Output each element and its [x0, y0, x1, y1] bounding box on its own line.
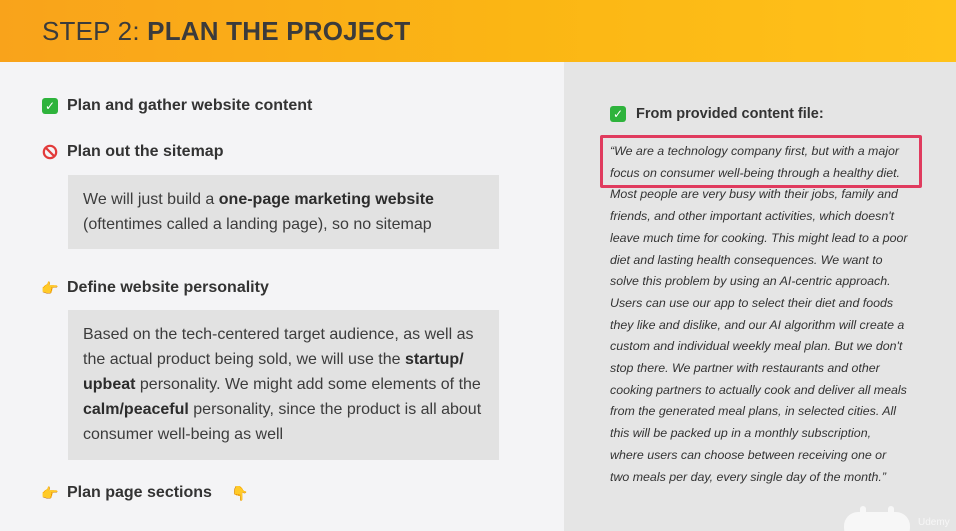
- prohibited-icon: [42, 144, 58, 160]
- personality-line-4: calm/peaceful personality, since the pro…: [83, 397, 484, 422]
- quote-line: cooking partners to actually cook and de…: [610, 382, 907, 397]
- personality-line-2: the actual product being sold, we will u…: [83, 347, 484, 372]
- sitemap-note-line-2: (oftentimes called a landing page), so n…: [83, 216, 432, 233]
- sitemap-note-box: We will just build a one-page marketing …: [68, 175, 499, 249]
- text-bold: one-page marketing website: [218, 191, 434, 208]
- source-label-text: From provided content file:: [636, 106, 824, 122]
- check-mark-icon: ✓: [42, 98, 58, 114]
- quote-line: friends, and other important activities,…: [610, 209, 895, 224]
- quote-line: this will be packed up in a monthly subs…: [610, 426, 872, 441]
- item-label: Plan and gather website content: [67, 97, 313, 114]
- quote-highlight-box: [600, 135, 922, 188]
- quote-line: they like and dislike, and our AI algori…: [610, 317, 905, 332]
- hand-pointing-right-icon: 👉: [41, 484, 59, 501]
- checklist-item-content: ✓ Plan and gather website content: [42, 97, 312, 115]
- logo-ear: [888, 506, 894, 516]
- checklist-item-sections: 👉 Plan page sections 👇: [41, 484, 249, 502]
- quote-line: custom and individual weekly meal plan. …: [610, 339, 903, 354]
- text: the actual product being sold, we will u…: [83, 351, 405, 368]
- item-label: Define website personality: [67, 279, 269, 296]
- personality-line-1: Based on the tech-centered target audien…: [83, 326, 474, 343]
- quote-line: Users can use our app to select their di…: [610, 295, 894, 310]
- sitemap-note-line-1: We will just build a one-page marketing …: [83, 187, 484, 212]
- udemy-logo: [844, 512, 910, 531]
- checklist-item-personality: 👉 Define website personality: [41, 279, 269, 297]
- logo-ear: [860, 506, 866, 516]
- quote-line: leave much time for cooking. This might …: [610, 230, 908, 245]
- hand-pointing-right-icon: 👉: [41, 279, 59, 296]
- header-banner: STEP 2: PLAN THE PROJECT: [0, 0, 956, 62]
- text: We will just build a: [83, 191, 219, 208]
- text-bold: startup/: [404, 351, 464, 368]
- personality-note-box: Based on the tech-centered target audien…: [68, 310, 499, 460]
- personality-line-3: upbeat personality. We might add some el…: [83, 372, 484, 397]
- quote-line: two meals per day, every single day of t…: [610, 469, 886, 484]
- quote-line: solve this problem by using an AI-centri…: [610, 274, 891, 289]
- quote-line: from the generated meal plans, in select…: [610, 404, 897, 419]
- title-step-prefix: STEP 2:: [42, 16, 148, 46]
- text-bold: calm/peaceful: [83, 401, 189, 418]
- item-label: Plan out the sitemap: [67, 143, 224, 160]
- quote-line: where users can choose between receiving…: [610, 447, 887, 462]
- item-label: Plan page sections: [67, 484, 212, 501]
- hand-pointing-down-icon: 👇: [231, 484, 249, 501]
- personality-line-5: consumer well-being as well: [83, 426, 284, 443]
- text: personality. We might add some elements …: [135, 376, 481, 393]
- watermark-text: Udemy: [918, 517, 950, 528]
- text-bold: upbeat: [83, 376, 136, 393]
- quote-line: stop there. We partner with restaurants …: [610, 361, 880, 376]
- checklist-item-sitemap: Plan out the sitemap: [42, 143, 223, 161]
- source-label: ✓ From provided content file:: [610, 106, 824, 122]
- content-quote: “We are a technology company first, but …: [610, 141, 930, 488]
- quote-line: diet and lasting health consequences. We…: [610, 252, 883, 267]
- check-mark-icon: ✓: [610, 106, 626, 122]
- page-title: STEP 2: PLAN THE PROJECT: [42, 16, 410, 47]
- text: personality, since the product is all ab…: [188, 401, 482, 418]
- title-main: PLAN THE PROJECT: [147, 16, 411, 46]
